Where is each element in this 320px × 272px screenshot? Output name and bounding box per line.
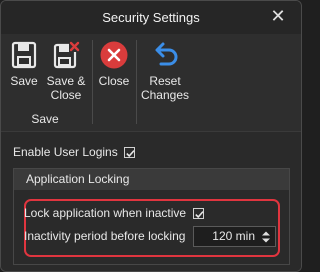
close-circle-icon <box>100 41 128 69</box>
enable-user-logins-row: Enable User Logins <box>13 145 135 159</box>
enable-user-logins-checkbox[interactable] <box>123 146 135 158</box>
security-settings-window: Security Settings ✕ Save Save & Close Sa… <box>0 0 302 272</box>
save-icon <box>11 41 37 69</box>
window-close-icon[interactable]: ✕ <box>269 7 287 25</box>
reset-label: Reset Changes <box>140 74 190 102</box>
reset-changes-button[interactable]: Reset Changes <box>140 40 190 102</box>
checkmark-icon <box>195 210 204 218</box>
application-locking-group: Application Locking Lock application whe… <box>13 168 290 265</box>
window-title: Security Settings <box>102 10 200 25</box>
ribbon-separator <box>136 40 137 124</box>
inactivity-period-spinbox[interactable]: 120 min <box>193 226 276 247</box>
undo-arrow-icon <box>155 42 178 66</box>
close-button[interactable]: Close <box>97 40 131 88</box>
group-header: Application Locking <box>14 169 289 190</box>
inactivity-period-row: Inactivity period before locking <box>24 229 185 243</box>
settings-content: Enable User Logins Application Locking L… <box>1 132 301 271</box>
ribbon-separator <box>92 40 93 124</box>
save-close-icon <box>53 41 80 69</box>
inactivity-period-value: 120 min <box>212 229 255 243</box>
save-group-label: Save <box>31 112 59 126</box>
spin-arrows-icon[interactable] <box>261 229 271 245</box>
inactivity-period-label: Inactivity period before locking <box>24 229 186 243</box>
ribbon-toolbar: Save Save & Close Save Close Reset Chang… <box>1 34 301 132</box>
title-bar: Security Settings ✕ <box>1 1 301 34</box>
lock-when-inactive-label: Lock application when inactive <box>24 206 187 220</box>
close-label: Close <box>98 74 130 88</box>
save-button[interactable]: Save <box>7 40 41 88</box>
enable-user-logins-label: Enable User Logins <box>13 145 118 159</box>
save-close-label: Save & Close <box>46 74 86 102</box>
lock-when-inactive-row: Lock application when inactive <box>24 206 205 220</box>
checkmark-icon <box>125 149 135 157</box>
lock-when-inactive-checkbox[interactable] <box>193 207 205 219</box>
save-and-close-button[interactable]: Save & Close <box>45 40 87 102</box>
save-label: Save <box>10 74 38 88</box>
